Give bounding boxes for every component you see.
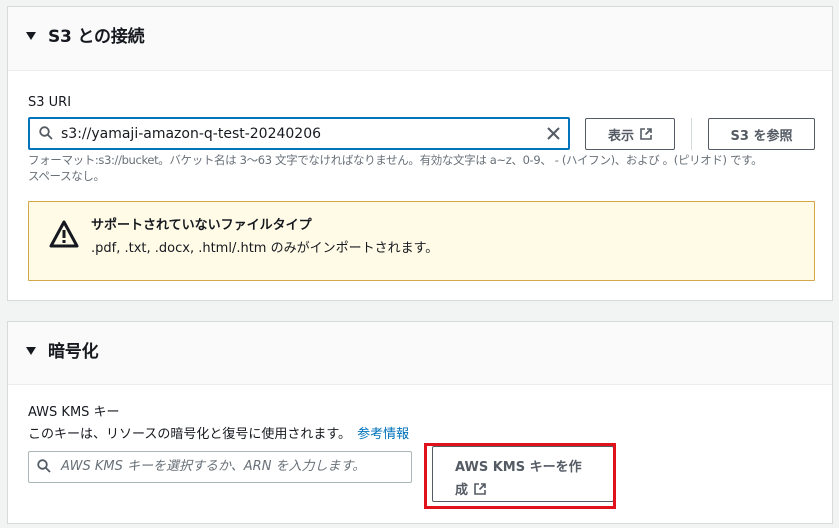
browse-s3-button-label: S3 を参照 bbox=[730, 128, 793, 144]
external-link-icon bbox=[640, 128, 652, 140]
create-kms-key-label-line2: 成 bbox=[455, 479, 486, 498]
s3-connection-panel: S3 との接続 S3 URI s3://yamaji-amazon-q-test… bbox=[7, 6, 833, 301]
info-link[interactable]: 参考情報 bbox=[357, 427, 409, 442]
s3-uri-constraint-text: フォーマット:s3://bucket。バケット名は 3〜63 文字でなければなり… bbox=[28, 152, 828, 184]
alert-body: .pdf, .txt, .docx, .html/.htm のみがインポートされ… bbox=[91, 241, 439, 256]
button-divider bbox=[691, 118, 692, 150]
search-icon bbox=[37, 459, 51, 473]
external-link-icon bbox=[474, 482, 486, 495]
browse-s3-button[interactable]: S3 を参照 bbox=[708, 118, 815, 150]
kms-key-search-input[interactable]: AWS KMS キーを選択するか、ARN を入力します。 bbox=[28, 451, 412, 483]
create-kms-key-label-2: 成 bbox=[455, 483, 469, 498]
kms-key-placeholder: AWS KMS キーを選択するか、ARN を入力します。 bbox=[61, 459, 366, 474]
unsupported-file-alert: サポートされていないファイルタイプ .pdf, .txt, .docx, .ht… bbox=[28, 201, 815, 281]
search-icon bbox=[39, 126, 53, 140]
view-button[interactable]: 表示 bbox=[585, 118, 675, 150]
encryption-panel-title: 暗号化 bbox=[48, 342, 99, 362]
s3-panel-title: S3 との接続 bbox=[48, 27, 145, 47]
create-kms-key-button[interactable]: AWS KMS キーを作 成 bbox=[432, 446, 614, 502]
encryption-panel: 暗号化 AWS KMS キー このキーは、リソースの暗号化と復号に使用されます。… bbox=[7, 321, 833, 524]
kms-key-description: このキーは、リソースの暗号化と復号に使用されます。 参考情報 bbox=[28, 426, 409, 444]
s3-uri-input[interactable]: s3://yamaji-amazon-q-test-20240206 bbox=[28, 117, 570, 150]
create-kms-key-label-1: AWS KMS キーを作 bbox=[455, 460, 582, 475]
encryption-panel-header[interactable]: 暗号化 bbox=[8, 322, 832, 385]
caret-down-icon[interactable] bbox=[26, 347, 36, 355]
warning-icon bbox=[49, 220, 79, 248]
clear-icon[interactable] bbox=[546, 126, 561, 141]
s3-uri-label: S3 URI bbox=[28, 95, 72, 110]
hint-line-1: フォーマット:s3://bucket。バケット名は 3〜63 文字でなければなり… bbox=[28, 153, 763, 167]
view-button-label: 表示 bbox=[607, 128, 634, 144]
kms-key-label: AWS KMS キー bbox=[28, 405, 120, 420]
s3-uri-value[interactable]: s3://yamaji-amazon-q-test-20240206 bbox=[61, 125, 321, 143]
kms-description-text: このキーは、リソースの暗号化と復号に使用されます。 bbox=[28, 427, 352, 442]
caret-down-icon[interactable] bbox=[26, 32, 36, 40]
hint-line-2: スペースなし。 bbox=[28, 169, 105, 183]
s3-panel-header[interactable]: S3 との接続 bbox=[8, 7, 832, 71]
alert-title: サポートされていないファイルタイプ bbox=[91, 218, 312, 233]
